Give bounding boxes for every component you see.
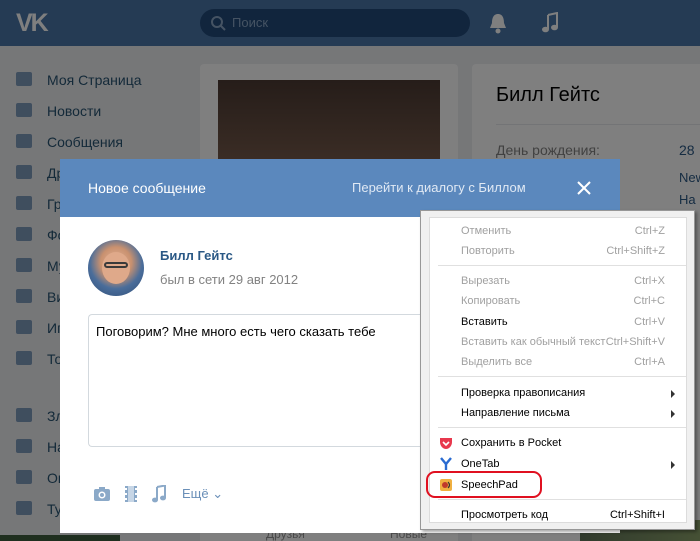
chevron-down-icon: ⌄ [212,486,224,501]
ctx-label: OneTab [461,458,500,470]
pocket-icon [440,438,452,449]
ctx-spellcheck[interactable]: Проверка правописания [429,383,677,403]
ctx-label: Повторить [461,245,515,257]
camera-icon[interactable] [93,486,111,502]
ctx-undo[interactable]: Отменить Ctrl+Z [429,221,677,241]
ctx-copy[interactable]: Копировать Ctrl+C [429,291,677,311]
ctx-separator [438,265,686,266]
submenu-arrow-icon [671,461,675,469]
submenu-arrow-icon [671,410,675,418]
go-to-dialog-link[interactable]: Перейти к диалогу с Биллом [352,180,526,195]
ctx-shortcut: Ctrl+X [634,275,665,287]
ctx-shortcut: Ctrl+Shift+I [609,509,665,521]
music-note-icon[interactable] [151,485,167,503]
ctx-label: Сохранить в Pocket [461,437,562,449]
ctx-label: Вставить [461,316,508,328]
avatar-glasses [104,262,128,268]
submenu-arrow-icon [671,390,675,398]
ctx-shortcut: Ctrl+C [633,295,665,307]
message-input[interactable]: Поговорим? Мне много есть чего сказать т… [88,314,433,447]
ctx-redo[interactable]: Повторить Ctrl+Shift+Z [429,241,677,261]
modal-header: Новое сообщение Перейти к диалогу с Билл… [60,159,620,217]
avatar[interactable] [88,240,144,296]
ctx-label: Выделить все [461,356,533,368]
ctx-separator [438,376,686,377]
more-attachments-button[interactable]: Ещё ⌄ [182,486,223,502]
ctx-cut[interactable]: Вырезать Ctrl+X [429,271,677,291]
message-text: Поговорим? Мне много есть чего сказать т… [96,324,376,339]
ctx-label: Направление письма [461,407,570,419]
ctx-label: Копировать [461,295,521,307]
recipient-name[interactable]: Билл Гейтс [160,248,233,263]
ctx-label: Отменить [461,225,512,237]
ctx-label: Вставить как обычный текст [461,336,606,348]
avatar-face [102,252,130,284]
onetab-icon [440,457,452,470]
recipient-status: был в сети 29 авг 2012 [160,272,299,287]
ctx-separator [438,499,686,500]
speechpad-highlight-annotation [426,471,542,498]
more-label: Ещё [182,486,209,501]
ctx-inspect[interactable]: Просмотреть код Ctrl+Shift+I [429,505,677,525]
ctx-label: Просмотреть код [461,509,549,521]
ctx-shortcut: Ctrl+Shift+V [605,336,665,348]
ctx-save-pocket[interactable]: Сохранить в Pocket [429,433,677,453]
ctx-shortcut: Ctrl+A [634,356,665,368]
ctx-label: Вырезать [461,275,510,287]
ctx-writing-direction[interactable]: Направление письма [429,403,677,423]
ctx-shortcut: Ctrl+V [634,316,665,328]
ctx-shortcut: Ctrl+Z [634,225,665,237]
ctx-shortcut: Ctrl+Shift+Z [606,245,665,257]
ctx-paste-plain[interactable]: Вставить как обычный текст Ctrl+Shift+V [429,332,677,352]
attachment-bar: Ещё ⌄ [93,485,253,505]
modal-title: Новое сообщение [88,180,206,196]
ctx-label: Проверка правописания [461,387,586,399]
ctx-paste[interactable]: Вставить Ctrl+V [429,312,677,332]
ctx-select-all[interactable]: Выделить все Ctrl+A [429,352,677,372]
video-icon[interactable] [123,485,139,503]
close-icon[interactable] [574,178,594,198]
ctx-separator [438,427,686,428]
